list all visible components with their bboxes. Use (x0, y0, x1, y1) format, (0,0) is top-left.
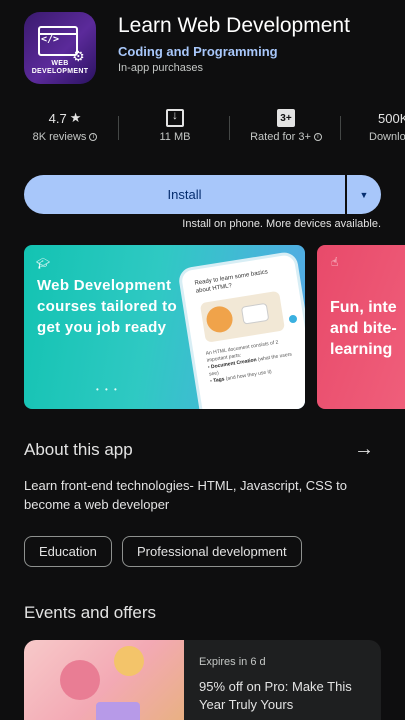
arrow-right-icon[interactable]: → (354, 438, 374, 461)
app-icon: </> ⚙ WEB DEVELOPMENT (24, 12, 96, 84)
tag-chip-professional-development[interactable]: Professional development (122, 536, 302, 567)
info-icon: i (89, 133, 98, 141)
caret-down-icon: ▼ (359, 189, 369, 200)
graduation-cap-icon: 🎓︎ (36, 258, 50, 270)
about-heading: About this app (24, 440, 133, 459)
tag-chip-education[interactable]: Education (24, 536, 112, 567)
divider (229, 116, 230, 140)
carousel-indicator (287, 313, 299, 325)
install-button[interactable]: Install (24, 175, 345, 214)
developer-link[interactable]: Coding and Programming (118, 44, 278, 59)
install-options-dropdown[interactable]: ▼ (347, 175, 381, 214)
app-title: Learn Web Development (118, 14, 350, 37)
screenshot-2-text: Fun, inte and bite- learning (330, 299, 397, 358)
hand-pointer-icon: ☝︎ (331, 255, 339, 269)
event-card[interactable]: Expires in 6 d 95% off on Pro: Make This… (24, 640, 381, 720)
content-rating-badge: 3+ (277, 109, 295, 127)
phone-mockup: Ready to learn some basics about HTML? A… (177, 250, 305, 409)
event-image (24, 640, 184, 720)
divider (340, 116, 341, 140)
about-description: Learn front-end technologies- HTML, Java… (24, 478, 347, 512)
event-expiry: Expires in 6 d (199, 656, 266, 668)
events-heading: Events and offers (24, 603, 156, 622)
stats-row: 4.7★ 8K reviewsi 11 MB 3+ Rated for 3+i … (0, 108, 405, 148)
robot-illustration (199, 290, 286, 343)
screenshot-1[interactable]: 🎓︎ Web Development courses tailored to g… (24, 245, 305, 409)
downloads-stat: 500K Downloads (369, 110, 405, 144)
gift-icon (96, 702, 140, 720)
download-icon (166, 108, 184, 127)
code-brackets-icon: </> (41, 34, 60, 45)
star-icon: ★ (69, 110, 82, 125)
screenshot-1-text: Web Development courses tailored to get … (37, 277, 177, 336)
content-rating-stat[interactable]: 3+ Rated for 3+ i (241, 108, 331, 143)
info-icon: i (313, 133, 322, 141)
rating-stat[interactable]: 4.7 ★ 8K reviews i (20, 108, 110, 143)
install-note: Install on phone. More devices available… (182, 218, 381, 230)
screenshot-2[interactable]: ☝︎ Fun, inte and bite- learning (317, 245, 405, 409)
size-stat: 11 MB (130, 108, 220, 143)
divider (118, 116, 119, 140)
app-icon-caption: WEB DEVELOPMENT (31, 60, 89, 75)
in-app-purchases-label: In-app purchases (118, 62, 203, 74)
event-title: 95% off on Pro: Make This Year Truly You… (199, 679, 352, 712)
dots-decoration: • • • (96, 385, 119, 394)
